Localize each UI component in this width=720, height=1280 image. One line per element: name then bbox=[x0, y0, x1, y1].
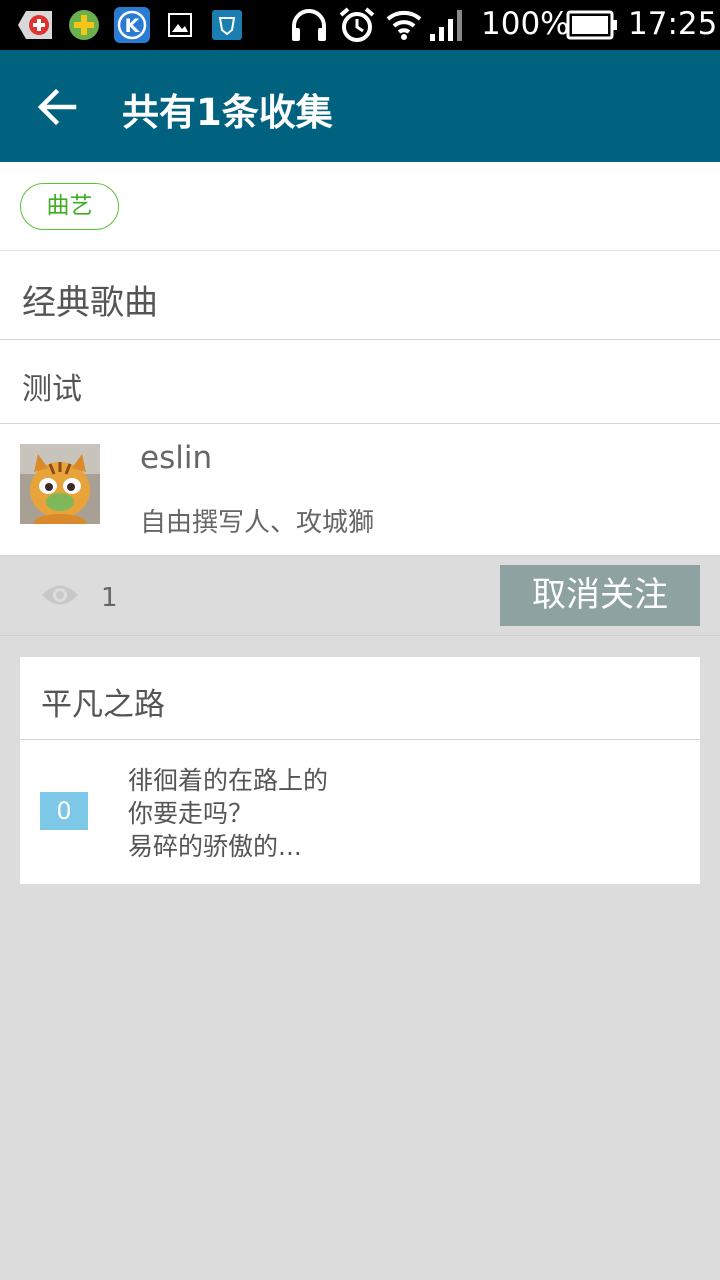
app-red-icon bbox=[18, 11, 52, 39]
headphones-icon bbox=[292, 9, 326, 41]
item-title-row: 平凡之路 bbox=[20, 657, 700, 740]
svg-text:K: K bbox=[125, 15, 141, 37]
app-green-icon bbox=[69, 10, 99, 40]
avatar[interactable] bbox=[20, 444, 100, 524]
kugou-icon: K bbox=[114, 7, 150, 43]
collection-header: 曲艺 经典歌曲 测试 eslin 自由撰写人、攻城獅 bbox=[0, 162, 720, 556]
main-content: 曲艺 经典歌曲 测试 eslin 自由撰写人、攻城獅 1 取消关注 平凡之路 0… bbox=[0, 162, 720, 884]
battery-percent: 100% bbox=[481, 6, 570, 42]
category-tag[interactable]: 曲艺 bbox=[20, 183, 119, 230]
stats-row: 1 取消关注 bbox=[0, 556, 720, 636]
tag-row: 曲艺 bbox=[0, 162, 720, 251]
image-icon bbox=[168, 13, 192, 37]
author-row[interactable]: eslin 自由撰写人、攻城獅 bbox=[0, 424, 720, 556]
view-count: 1 bbox=[101, 583, 118, 613]
excerpt-line: 徘徊着的在路上的 bbox=[128, 766, 329, 795]
unfollow-button[interactable]: 取消关注 bbox=[500, 565, 700, 626]
signal-icon bbox=[430, 10, 462, 41]
collection-description: 测试 bbox=[22, 372, 82, 407]
status-bar: K 100% 17:25 bbox=[0, 0, 720, 50]
author-name[interactable]: eslin bbox=[140, 440, 212, 476]
eye-icon bbox=[42, 585, 78, 605]
wifi-icon bbox=[386, 10, 422, 40]
item-body: 0 徘徊着的在路上的 你要走吗？ 易碎的骄傲的... bbox=[20, 740, 700, 883]
excerpt-line: 你要走吗？ bbox=[128, 799, 254, 828]
alarm-icon bbox=[339, 7, 375, 42]
app-bar: 共有1条收集 bbox=[0, 50, 720, 162]
shield-app-icon bbox=[212, 10, 242, 40]
author-bio: 自由撰写人、攻城獅 bbox=[140, 508, 375, 538]
collection-description-row: 测试 bbox=[0, 340, 720, 424]
collection-title: 经典歌曲 bbox=[22, 283, 158, 323]
collection-item-card[interactable]: 平凡之路 0 徘徊着的在路上的 你要走吗？ 易碎的骄傲的... bbox=[20, 657, 700, 884]
item-count-badge: 0 bbox=[40, 792, 88, 830]
clock: 17:25 bbox=[628, 6, 718, 42]
excerpt-line: 易碎的骄傲的... bbox=[128, 832, 302, 861]
item-excerpt: 徘徊着的在路上的 你要走吗？ 易碎的骄傲的... bbox=[128, 764, 328, 863]
collection-title-row: 经典歌曲 bbox=[0, 251, 720, 340]
page-title: 共有1条收集 bbox=[122, 91, 333, 134]
battery-icon bbox=[566, 10, 617, 40]
item-title: 平凡之路 bbox=[41, 687, 165, 723]
arrow-left-icon[interactable] bbox=[36, 86, 78, 128]
